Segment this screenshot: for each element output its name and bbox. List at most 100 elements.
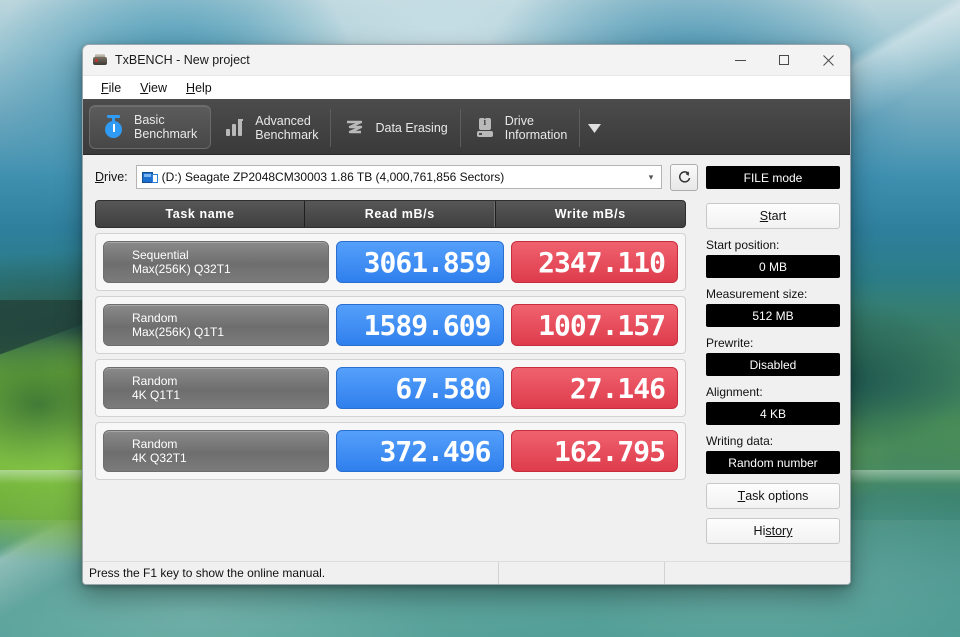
status-message: Press the F1 key to show the online manu…: [89, 566, 326, 580]
file-mode-button[interactable]: FILE mode: [706, 166, 840, 189]
table-header-row: Task name Read mB/s Write mB/s: [95, 200, 686, 228]
main-toolbar: Basic Benchmark Advanced Benchmark Data …: [83, 99, 850, 155]
writing-data-value[interactable]: Random number: [706, 451, 840, 474]
chevron-down-icon: [587, 123, 601, 133]
maximize-icon[interactable]: [762, 45, 806, 75]
drive-selector-row: Drive: (D:) Seagate ZP2048CM30003 1.86 T…: [95, 163, 698, 191]
drive-info-icon: [474, 115, 496, 141]
tab-data-erasing-label: Data Erasing: [375, 121, 447, 135]
bar-chart-icon: [224, 115, 246, 141]
measurement-size-label: Measurement size:: [706, 287, 808, 301]
main-panel: Drive: (D:) Seagate ZP2048CM30003 1.86 T…: [83, 155, 698, 561]
tab-drive-line2: Information: [504, 128, 568, 142]
column-header-write: Write mB/s: [494, 201, 686, 227]
task-button-random-max-q1t1[interactable]: Random Max(256K) Q1T1: [103, 304, 329, 346]
chevron-down-icon[interactable]: ▾: [641, 172, 661, 183]
options-sidebar: FILE mode Start Start position: 0 MB Mea…: [698, 155, 850, 561]
window-content: Drive: (D:) Seagate ZP2048CM30003 1.86 T…: [83, 155, 850, 561]
refresh-button[interactable]: [670, 163, 698, 191]
close-icon[interactable]: [806, 45, 850, 75]
read-value: 372.496: [336, 430, 504, 472]
drive-label-rest: rive:: [104, 170, 128, 184]
status-cell-3: [664, 562, 850, 584]
txbench-window: TxBENCH - New project File View Help Bas: [82, 44, 851, 585]
task-button-random-4k-q1t1[interactable]: Random 4K Q1T1: [103, 367, 329, 409]
window-title: TxBENCH - New project: [115, 53, 250, 67]
drive-icon: [141, 171, 158, 184]
start-position-label: Start position:: [706, 238, 780, 252]
tab-advanced-line2: Benchmark: [255, 128, 319, 142]
drive-label: Drive:: [95, 170, 128, 184]
menu-view-label: iew: [148, 80, 168, 95]
shredder-icon: [344, 115, 366, 141]
table-row: Random 4K Q32T1 372.496 162.795: [95, 422, 686, 480]
menu-view[interactable]: View: [131, 79, 176, 97]
history-button[interactable]: Hi story: [706, 518, 840, 544]
read-value: 3061.859: [336, 241, 504, 283]
tab-advanced-benchmark[interactable]: Advanced Benchmark: [211, 102, 332, 154]
tab-basic-line2: Benchmark: [134, 127, 198, 141]
menu-help-mnemonic: H: [186, 80, 196, 95]
column-header-task-name: Task name: [165, 207, 235, 221]
refresh-icon: [678, 170, 690, 183]
table-body: Sequential Max(256K) Q32T1 3061.859 2347…: [95, 233, 686, 480]
read-value: 1589.609: [336, 304, 504, 346]
task-name-line1: Random: [132, 311, 178, 325]
menu-file-label: ile: [108, 80, 122, 95]
task-name-line2: 4K Q32T1: [132, 451, 187, 465]
stopwatch-icon: [103, 114, 125, 140]
writing-data-label: Writing data:: [706, 434, 774, 448]
read-value: 67.580: [336, 367, 504, 409]
alignment-label: Alignment:: [706, 385, 763, 399]
table-row: Random 4K Q1T1 67.580 27.146: [95, 359, 686, 417]
task-name-line1: Random: [132, 374, 178, 388]
prewrite-label: Prewrite:: [706, 336, 754, 350]
prewrite-value[interactable]: Disabled: [706, 353, 840, 376]
drive-select-value: (D:) Seagate ZP2048CM30003 1.86 TB (4,00…: [161, 170, 505, 184]
title-bar: TxBENCH - New project: [83, 45, 850, 76]
drive-select[interactable]: (D:) Seagate ZP2048CM30003 1.86 TB (4,00…: [135, 165, 662, 189]
task-button-random-4k-q32t1[interactable]: Random 4K Q32T1: [103, 430, 329, 472]
app-icon: [92, 52, 108, 68]
write-value: 162.795: [510, 430, 678, 472]
benchmark-results-table: Task name Read mB/s Write mB/s Sequentia…: [95, 200, 686, 480]
tab-advanced-benchmark-label: Advanced Benchmark: [255, 114, 318, 142]
task-button-sequential-max-q32t1[interactable]: Sequential Max(256K) Q32T1: [103, 241, 329, 283]
alignment-value[interactable]: 4 KB: [706, 402, 840, 425]
task-options-label: ask options: [745, 489, 809, 503]
column-header-read: Read mB/s: [304, 201, 495, 227]
tab-drive-information-label: Drive Information: [505, 114, 568, 142]
task-options-button[interactable]: Task options: [706, 483, 840, 509]
start-button-mnemonic: S: [759, 209, 769, 223]
tab-drive-line1: Drive: [504, 114, 534, 128]
tab-basic-benchmark[interactable]: Basic Benchmark: [89, 105, 212, 149]
write-value: 2347.110: [510, 241, 678, 283]
start-button-label: tart: [768, 209, 787, 223]
menu-bar: File View Help: [83, 76, 850, 99]
status-bar: Press the F1 key to show the online manu…: [83, 561, 850, 584]
menu-file[interactable]: File: [92, 79, 130, 97]
task-name-line2: 4K Q1T1: [132, 388, 181, 402]
tab-basic-benchmark-label: Basic Benchmark: [134, 113, 197, 141]
start-position-value[interactable]: 0 MB: [706, 255, 840, 278]
tab-erasing-line1: Data Erasing: [375, 121, 448, 135]
measurement-size-value[interactable]: 512 MB: [706, 304, 840, 327]
tab-basic-line1: Basic: [134, 113, 165, 127]
write-value: 27.146: [510, 367, 678, 409]
minimize-icon[interactable]: [718, 45, 762, 75]
task-name-line2: Max(256K) Q32T1: [132, 262, 231, 276]
menu-help-label: elp: [195, 80, 212, 95]
menu-help[interactable]: Help: [177, 79, 221, 97]
tab-data-erasing[interactable]: Data Erasing: [331, 102, 461, 154]
tab-drive-information[interactable]: Drive Information: [461, 102, 581, 154]
status-cell-2: [498, 562, 664, 584]
menu-file-mnemonic: F: [101, 80, 109, 95]
toolbar-overflow-button[interactable]: [580, 102, 608, 154]
table-row: Sequential Max(256K) Q32T1 3061.859 2347…: [95, 233, 686, 291]
start-button[interactable]: Start: [706, 203, 840, 229]
task-name-line2: Max(256K) Q1T1: [132, 325, 225, 339]
write-value: 1007.157: [510, 304, 678, 346]
history-label-pre: Hi: [753, 524, 766, 538]
task-name-line1: Random: [132, 437, 178, 451]
title-bar-left: TxBENCH - New project: [83, 52, 718, 68]
